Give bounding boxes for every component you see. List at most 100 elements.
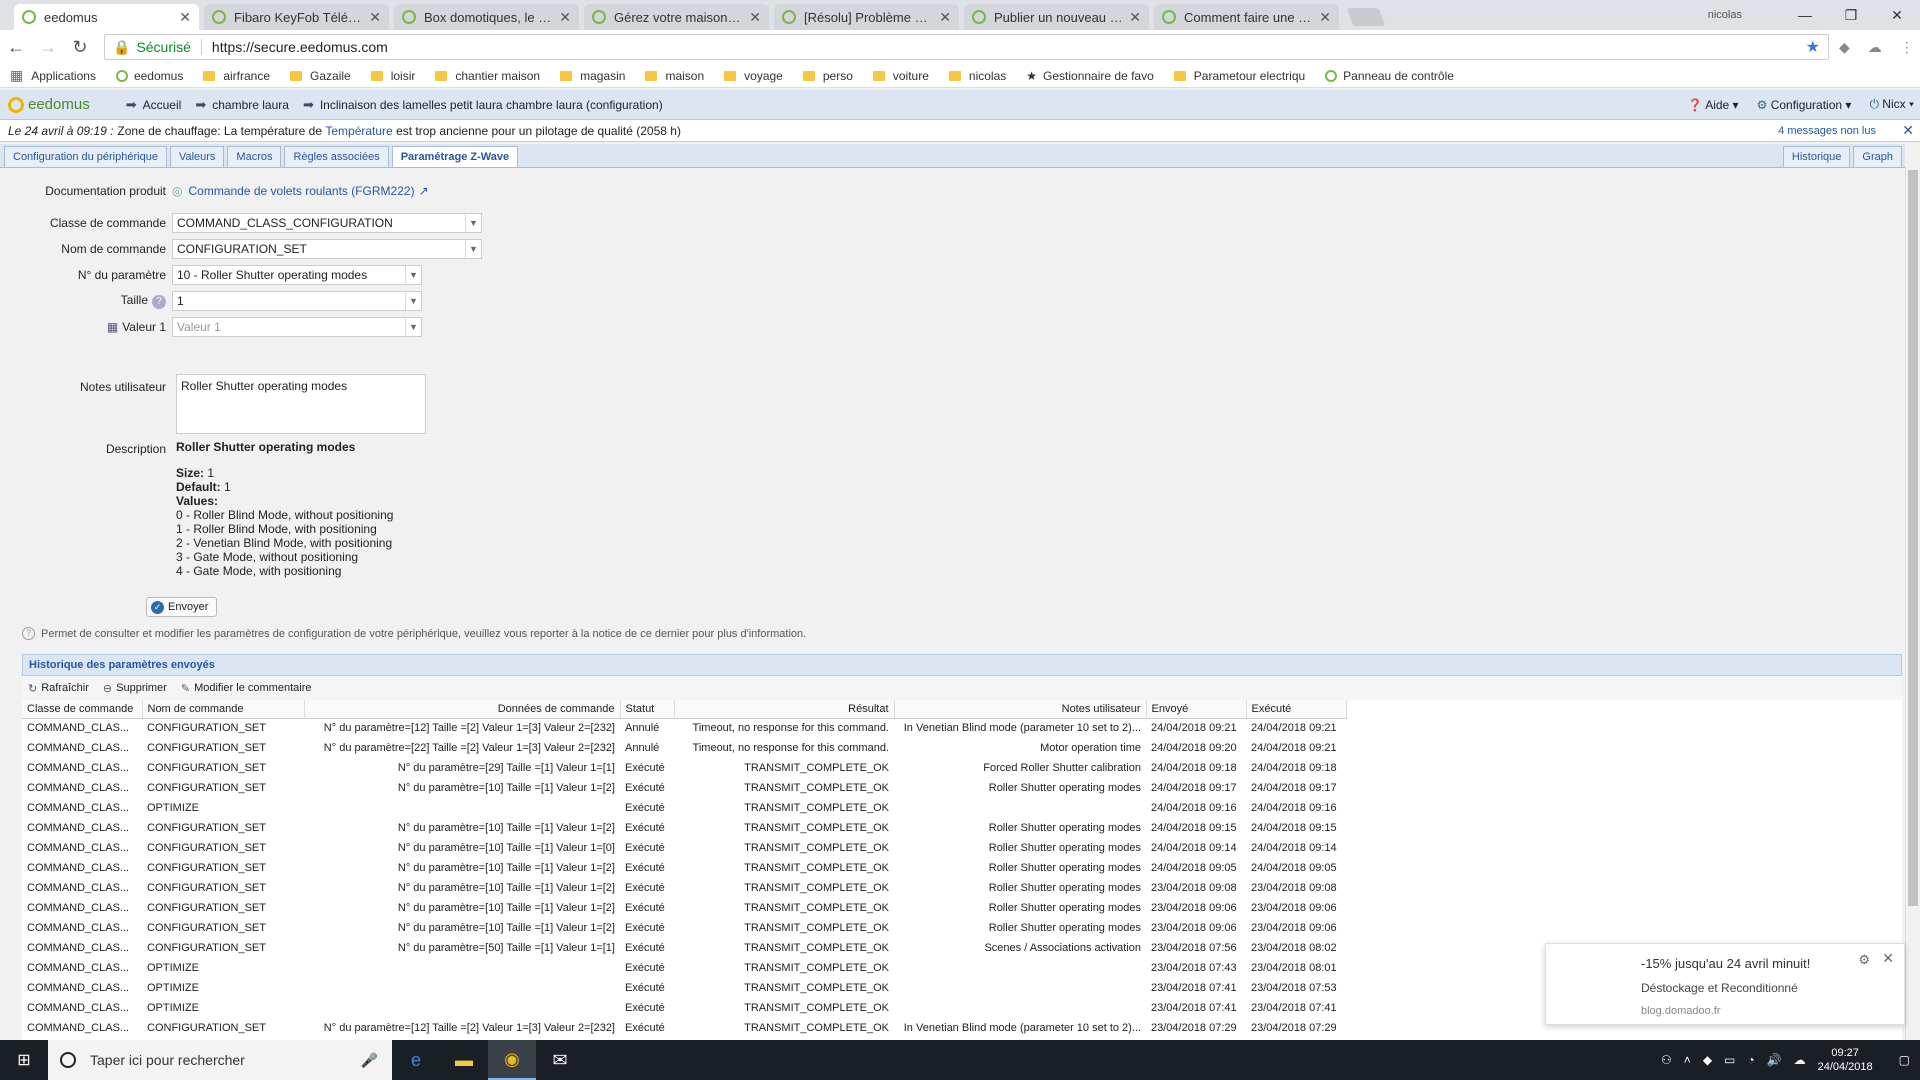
close-tab-icon[interactable]: ✕ xyxy=(559,9,571,26)
new-tab-button[interactable] xyxy=(1346,8,1386,26)
reload-icon[interactable]: ↻ xyxy=(64,37,96,58)
device-tab-right[interactable]: Historique xyxy=(1782,146,1851,167)
param-select[interactable]: 10 - Roller Shutter operating modes ▼ xyxy=(172,265,422,285)
maximize-icon[interactable]: ❐ xyxy=(1828,7,1874,24)
table-row[interactable]: COMMAND_CLAS... CONFIGURATION_SET N° du pa… xyxy=(22,878,1346,898)
bookmark-item[interactable]: voiture xyxy=(872,69,929,83)
bookmark-item[interactable]: Gazaile xyxy=(290,69,351,83)
table-row[interactable]: COMMAND_CLAS... CONFIGURATION_SET N° du pa… xyxy=(22,858,1346,878)
scrollbar-thumb[interactable] xyxy=(1908,170,1918,906)
device-tab-right[interactable]: Graph xyxy=(1853,146,1902,167)
url-text[interactable]: https://secure.eedomus.com xyxy=(212,39,1806,55)
device-tab[interactable]: Configuration du périphérique xyxy=(4,146,167,167)
table-row[interactable]: COMMAND_CLAS... CONFIGURATION_SET N° du pa… xyxy=(22,758,1346,778)
chevron-down-icon[interactable]: ▼ xyxy=(405,266,421,284)
column-header[interactable]: Résultat xyxy=(674,700,895,719)
volume-icon[interactable]: 🔊 xyxy=(1767,1053,1782,1067)
breadcrumb-room[interactable]: ➡ chambre laura xyxy=(195,97,289,113)
bookmark-item[interactable]: Parametour electriqu xyxy=(1173,69,1305,83)
bookmark-item[interactable]: Panneau de contrôle xyxy=(1325,69,1454,83)
value-input[interactable]: Valeur 1 ▼ xyxy=(172,317,422,337)
chevron-up-icon[interactable]: ˄ xyxy=(1684,1053,1691,1067)
bookmark-item[interactable]: perso xyxy=(802,69,853,83)
browser-tab[interactable]: Fibaro KeyFob Télécomm ✕ xyxy=(204,4,389,30)
cloud-icon[interactable]: ☁ xyxy=(1868,39,1882,56)
back-icon[interactable]: ← xyxy=(0,37,32,58)
gear-icon[interactable]: ⚙ xyxy=(1858,952,1870,968)
help-menu[interactable]: ❓ Aide ▾ xyxy=(1688,98,1739,112)
browser-tab[interactable]: Publier un nouveau sujet ✕ xyxy=(964,4,1149,30)
device-tab[interactable]: Règles associées xyxy=(284,146,389,167)
column-header[interactable]: Données de commande xyxy=(304,700,621,719)
close-tab-icon[interactable]: ✕ xyxy=(939,9,951,26)
close-window-icon[interactable]: ✕ xyxy=(1874,7,1920,24)
notification-link[interactable]: Température xyxy=(325,124,392,138)
doc-link[interactable]: Commande de volets roulants (FGRM222) xyxy=(188,184,414,198)
column-header[interactable]: Classe de commande xyxy=(22,700,143,719)
table-row[interactable]: COMMAND_CLAS... CONFIGURATION_SET N° du pa… xyxy=(22,718,1346,738)
omnibox[interactable]: 🔒 Sécurisé https://secure.eedomus.com ★ xyxy=(104,34,1829,60)
close-tab-icon[interactable]: ✕ xyxy=(369,9,381,26)
close-notification-icon[interactable]: ✕ xyxy=(1902,122,1914,139)
table-row[interactable]: COMMAND_CLAS... CONFIGURATION_SET N° du pa… xyxy=(22,898,1346,918)
eedomus-logo[interactable]: eedomus xyxy=(8,96,90,113)
table-row[interactable]: COMMAND_CLAS... OPTIMIZE Exécuté TRANSMIT_C… xyxy=(22,958,1346,978)
column-header[interactable]: Envoyé xyxy=(1146,700,1247,719)
chrome-icon[interactable]: ◉ xyxy=(488,1040,536,1080)
page-scrollbar[interactable] xyxy=(1905,168,1920,1040)
onedrive-icon[interactable]: ☁ xyxy=(1794,1053,1806,1067)
edge-icon[interactable]: e xyxy=(392,1040,440,1080)
table-row[interactable]: COMMAND_CLAS... CONFIGURATION_SET N° du pa… xyxy=(22,838,1346,858)
bookmark-star-icon[interactable]: ★ xyxy=(1806,37,1820,57)
profile-name[interactable]: nicolas xyxy=(1708,9,1742,21)
browser-tab[interactable]: eedomus ✕ xyxy=(14,4,199,30)
bookmark-item[interactable]: loisir xyxy=(370,69,415,83)
table-row[interactable]: COMMAND_CLAS... CONFIGURATION_SET N° du pa… xyxy=(22,938,1346,958)
browser-tab[interactable]: Comment faire une captu ✕ xyxy=(1154,4,1339,30)
bookmark-item[interactable]: voyage xyxy=(724,69,783,83)
send-button[interactable]: ✓ Envoyer xyxy=(146,597,218,617)
minimize-icon[interactable]: — xyxy=(1782,7,1828,23)
menu-icon[interactable]: ⋮ xyxy=(1900,39,1914,56)
notification-toast[interactable]: -15% jusqu'au 24 avril minuit! Déstockag… xyxy=(1545,943,1905,1025)
table-row[interactable]: COMMAND_CLAS... CONFIGURATION_SET N° du pa… xyxy=(22,918,1346,938)
clock[interactable]: 09:27 24/04/2018 xyxy=(1818,1046,1873,1074)
size-select[interactable]: 1 ▼ xyxy=(172,291,422,311)
column-header[interactable]: Statut xyxy=(620,700,675,719)
bookmark-item[interactable]: ▦ Applications xyxy=(10,67,96,84)
table-row[interactable]: COMMAND_CLAS... CONFIGURATION_SET N° du pa… xyxy=(22,738,1346,758)
close-tab-icon[interactable]: ✕ xyxy=(1319,9,1331,26)
bookmark-item[interactable]: airfrance xyxy=(203,69,270,83)
column-header[interactable]: Exécuté xyxy=(1246,700,1347,719)
windows-start-icon[interactable]: ⊞ xyxy=(0,1050,48,1070)
device-tab[interactable]: Paramétrage Z-Wave xyxy=(391,146,519,167)
close-icon[interactable]: ✕ xyxy=(1882,950,1894,967)
chevron-down-icon[interactable]: ▼ xyxy=(405,318,421,336)
close-tab-icon[interactable]: ✕ xyxy=(749,9,761,26)
dropbox-tray-icon[interactable]: ◆ xyxy=(1703,1053,1712,1067)
help-icon[interactable]: ? xyxy=(152,295,166,309)
notes-textarea[interactable]: Roller Shutter operating modes xyxy=(176,374,426,434)
column-header[interactable]: Notes utilisateur xyxy=(894,700,1147,719)
network-icon[interactable]: ◔ xyxy=(1747,1053,1754,1067)
table-row[interactable]: COMMAND_CLAS... OPTIMIZE Exécuté TRANSMIT_C… xyxy=(22,798,1346,818)
bookmark-item[interactable]: chantier maison xyxy=(435,69,540,83)
user-menu[interactable]: ⏻ Nicx ▾ xyxy=(1869,97,1914,112)
close-tab-icon[interactable]: ✕ xyxy=(1129,9,1141,26)
class-select[interactable]: COMMAND_CLASS_CONFIGURATION ▼ xyxy=(172,213,482,233)
action-center-icon[interactable]: ▢ xyxy=(1899,1053,1910,1067)
bookmark-item[interactable]: maison xyxy=(645,69,704,83)
table-row[interactable]: COMMAND_CLAS... CONFIGURATION_SET N° du pa… xyxy=(22,778,1346,798)
table-icon[interactable]: ▦ xyxy=(107,320,118,334)
device-tab[interactable]: Valeurs xyxy=(169,146,225,167)
config-menu[interactable]: ⚙ Configuration ▾ xyxy=(1757,98,1852,112)
bookmark-item[interactable]: ★ Gestionnaire de favo xyxy=(1026,69,1154,83)
dropbox-icon[interactable]: ◆ xyxy=(1839,39,1850,56)
bookmark-item[interactable]: eedomus xyxy=(115,69,183,83)
browser-tab[interactable]: Box domotiques, le comp ✕ xyxy=(394,4,579,30)
chevron-down-icon[interactable]: ▼ xyxy=(405,292,421,310)
breadcrumb-home[interactable]: ➡ Accueil xyxy=(126,97,182,113)
mail-icon[interactable]: ✉ xyxy=(536,1040,584,1080)
taskbar-search[interactable]: Taper ici pour rechercher 🎤 xyxy=(48,1040,392,1080)
chevron-down-icon[interactable]: ▼ xyxy=(465,240,481,258)
